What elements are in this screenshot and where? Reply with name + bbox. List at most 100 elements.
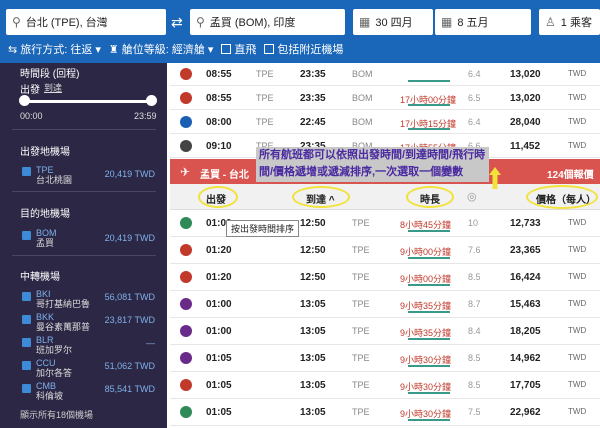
show-all-airports-link[interactable]: 顯示所有18個機場 [20, 408, 93, 421]
checkbox-bom[interactable] [22, 231, 31, 240]
flight-row[interactable]: 01:05 13:05 TPE 9小時30分鐘 8.5 17,705 TWD [170, 372, 600, 399]
divider [12, 129, 156, 130]
duration-bar [408, 392, 450, 394]
airport-code: TPE [36, 165, 54, 175]
origin-field[interactable]: ⚲ 台北 (TPE), 台灣 [6, 9, 166, 35]
dep-airports-title: 出發地機場 [20, 147, 70, 158]
slider-max-handle[interactable] [146, 95, 157, 106]
chevron-down-icon: ▾ [95, 43, 101, 56]
checkbox-cmb[interactable] [22, 384, 31, 393]
location-pin-icon: ⚲ [196, 15, 205, 29]
quote-count: 124個報價 [547, 170, 594, 181]
checkbox-ccu[interactable] [22, 361, 31, 370]
cabin-class-select[interactable]: ♜ 艙位等級: 經濟艙 ▾ [109, 41, 214, 57]
results-panel: 08:55 TPE 23:35 BOM 6.4 13,020 TWD 08:55 TPE 23:3… [170, 63, 600, 428]
time-tab-depart[interactable]: 出發 [20, 81, 40, 96]
time-slider[interactable] [19, 95, 157, 106]
flight-price: 12,733 [510, 218, 541, 229]
flight-arr: 12:50 [300, 245, 326, 256]
flight-arr: 12:50 [300, 218, 326, 229]
flight-stops: 8.5 [468, 380, 481, 390]
flight-row[interactable]: 01:05 13:05 TPE 9小時30分鐘 8.5 14,962 TWD [170, 345, 600, 372]
airport-blr: BLR 班加罗尔 [36, 335, 72, 355]
flight-price: 18,205 [510, 326, 541, 337]
flight-row[interactable]: 08:55 TPE 23:35 BOM 6.4 13,020 TWD [170, 63, 600, 86]
airline-logo-icon [180, 298, 192, 310]
depart-date-field[interactable]: ▦ 30 四月 [353, 9, 433, 35]
flight-arr: 13:05 [300, 353, 326, 364]
flight-row[interactable]: 01:20 12:50 TPE 9小時00分鐘 7.6 23,365 TWD [170, 237, 600, 264]
checkbox-tpe[interactable] [22, 167, 31, 176]
airport-code: BLR [36, 335, 54, 345]
airline-logo-icon [180, 92, 192, 104]
search-bar: ⚲ 台北 (TPE), 台灣 ⇄ ⚲ 孟買 (BOM), 印度 ▦ 30 四月 ▦ 8 … [0, 0, 600, 63]
flight-row[interactable]: 01:20 12:50 TPE 9小時00分鐘 8.5 16,424 TWD [170, 264, 600, 291]
highlight-oval [198, 186, 238, 208]
flight-dst: BOM [352, 117, 373, 127]
flight-stops: 7.5 [468, 407, 481, 417]
flight-price: 15,463 [510, 299, 541, 310]
nearby-checkbox[interactable]: 包括附近機場 [264, 41, 343, 57]
flight-cur: TWD [568, 245, 587, 254]
flight-dep: 01:05 [206, 353, 232, 364]
airport-code: CCU [36, 358, 56, 368]
duration-bar [408, 80, 450, 82]
flight-cur: TWD [568, 93, 587, 102]
up-arrow-icon [489, 167, 501, 189]
flight-arr: 13:05 [300, 326, 326, 337]
flight-dep: 08:55 [206, 69, 232, 80]
stops-icon[interactable]: ◎ [467, 190, 477, 203]
duration-bar [408, 104, 450, 106]
checkbox-icon [221, 44, 232, 54]
flight-arr: 13:05 [300, 407, 326, 418]
duration-bar [408, 311, 450, 313]
flight-dep: 09:10 [206, 141, 232, 152]
airport-cmb: CMB 科倫坡 [36, 381, 63, 401]
passengers-field[interactable]: ♙ 1 乘客 [539, 9, 600, 35]
nearby-label: 包括附近機場 [277, 44, 344, 56]
flight-arr: 13:05 [300, 299, 326, 310]
duration-bar [408, 365, 450, 367]
airline-logo-icon [180, 116, 192, 128]
swap-icon[interactable]: ⇄ [171, 14, 183, 31]
flight-dep: 08:55 [206, 93, 232, 104]
checkbox-blr[interactable] [22, 338, 31, 347]
flight-stops: 8.5 [468, 272, 481, 282]
flight-dst: TPE [352, 326, 370, 336]
flight-dst: TPE [352, 218, 370, 228]
direct-checkbox[interactable]: 直飛 [221, 41, 256, 57]
airport-bom: BOM 孟買 [36, 228, 57, 248]
destination-field[interactable]: ⚲ 孟買 (BOM), 印度 [190, 9, 345, 35]
flight-row[interactable]: 01:00 13:05 TPE 9小時35分鐘 8.4 18,205 TWD [170, 318, 600, 345]
airline-logo-icon [180, 379, 192, 391]
flight-cur: TWD [568, 272, 587, 281]
flight-stops: 6.4 [468, 69, 481, 79]
checkbox-icon [264, 44, 275, 54]
flight-row[interactable]: 01:00 13:05 TPE 9小時35分鐘 8.7 15,463 TWD [170, 291, 600, 318]
airport-price: 20,419 TWD [104, 169, 155, 179]
flight-dep: 01:05 [206, 407, 232, 418]
flight-dep: 01:05 [206, 380, 232, 391]
calendar-icon: ▦ [441, 15, 453, 29]
flight-dep: 01:00 [206, 299, 232, 310]
return-date-value: 8 五月 [457, 17, 489, 29]
flight-arr: 23:35 [300, 69, 326, 80]
checkbox-bkk[interactable] [22, 315, 31, 324]
flight-cur: TWD [568, 69, 587, 78]
trip-type-select[interactable]: ⇆ 旅行方式: 往返 ▾ [8, 41, 101, 57]
flight-dep: 01:00 [206, 326, 232, 337]
flight-row[interactable]: 08:55 TPE 23:35 BOM 17小時00分鐘 6.5 13,020 TWD [170, 87, 600, 110]
flight-cur: TWD [568, 353, 587, 362]
time-tab-arrive[interactable]: 到達 [44, 81, 62, 94]
flight-row[interactable]: 01:05 13:05 TPE 9小時30分鐘 7.5 22,962 TWD [170, 399, 600, 426]
flight-stops: 6.5 [468, 93, 481, 103]
checkbox-bki[interactable] [22, 292, 31, 301]
direct-label: 直飛 [234, 44, 257, 56]
flight-org: TPE [256, 117, 274, 127]
flight-price: 28,040 [510, 117, 541, 128]
flight-arr: 23:35 [300, 93, 326, 104]
flight-dst: TPE [352, 272, 370, 282]
flight-row[interactable]: 08:00 TPE 22:45 BOM 17小時15分鐘 6.4 28,040 TWD [170, 111, 600, 134]
slider-min-handle[interactable] [19, 95, 30, 106]
return-date-field[interactable]: ▦ 8 五月 [435, 9, 531, 35]
